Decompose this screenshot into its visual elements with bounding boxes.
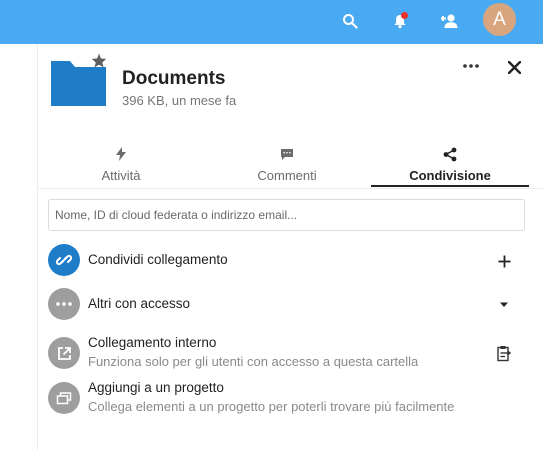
tab-sharing-label: Condivisione — [409, 168, 491, 183]
plus-icon[interactable] — [494, 251, 514, 271]
share-link-row[interactable]: Condividi collegamento — [48, 244, 528, 278]
sidebar-details-panel: Documents 396 KB, un mese fa Attività Co… — [38, 44, 543, 450]
tab-comments-label: Commenti — [257, 168, 317, 183]
notifications-icon[interactable] — [389, 10, 411, 32]
tab-comments[interactable]: Commenti — [204, 142, 370, 186]
more-actions-button[interactable] — [459, 57, 483, 75]
share-search-input[interactable] — [48, 199, 525, 231]
share-icon — [371, 144, 529, 164]
tab-bar: Attività Commenti Condivisione — [38, 142, 543, 189]
projects-icon — [48, 382, 80, 414]
contacts-icon[interactable] — [439, 10, 461, 32]
add-to-project-row[interactable]: Aggiungi a un progetto Collega elementi … — [48, 380, 528, 414]
notification-badge — [401, 12, 408, 19]
comment-icon — [204, 144, 370, 164]
ellipsis-icon — [48, 288, 80, 320]
app-content-background — [0, 44, 38, 450]
tab-sharing[interactable]: Condivisione — [371, 142, 529, 187]
activity-icon — [38, 144, 204, 164]
tab-activity[interactable]: Attività — [38, 142, 204, 186]
clipboard-icon[interactable] — [494, 343, 514, 363]
avatar[interactable]: A — [483, 3, 516, 36]
caret-down-icon[interactable] — [494, 295, 514, 315]
link-icon — [48, 244, 80, 276]
internal-link-description: Funziona solo per gli utenti con accesso… — [88, 354, 419, 369]
internal-link-row[interactable]: Collegamento interno Funziona solo per g… — [48, 335, 528, 369]
search-icon[interactable] — [339, 10, 361, 32]
favorite-star-icon[interactable] — [91, 53, 107, 73]
file-subtitle: 396 KB, un mese fa — [122, 93, 237, 108]
share-link-label: Condividi collegamento — [88, 252, 228, 267]
external-link-icon — [48, 337, 80, 369]
add-to-project-description: Collega elementi a un progetto per poter… — [88, 399, 455, 414]
tab-activity-label: Attività — [101, 168, 141, 183]
others-with-access-label: Altri con accesso — [88, 296, 191, 311]
file-title: Documents — [122, 68, 226, 89]
add-to-project-label: Aggiungi a un progetto — [88, 380, 224, 395]
top-bar: A — [0, 0, 543, 44]
close-button[interactable] — [504, 57, 524, 77]
others-with-access-row[interactable]: Altri con accesso — [48, 288, 528, 322]
internal-link-label: Collegamento interno — [88, 335, 217, 350]
